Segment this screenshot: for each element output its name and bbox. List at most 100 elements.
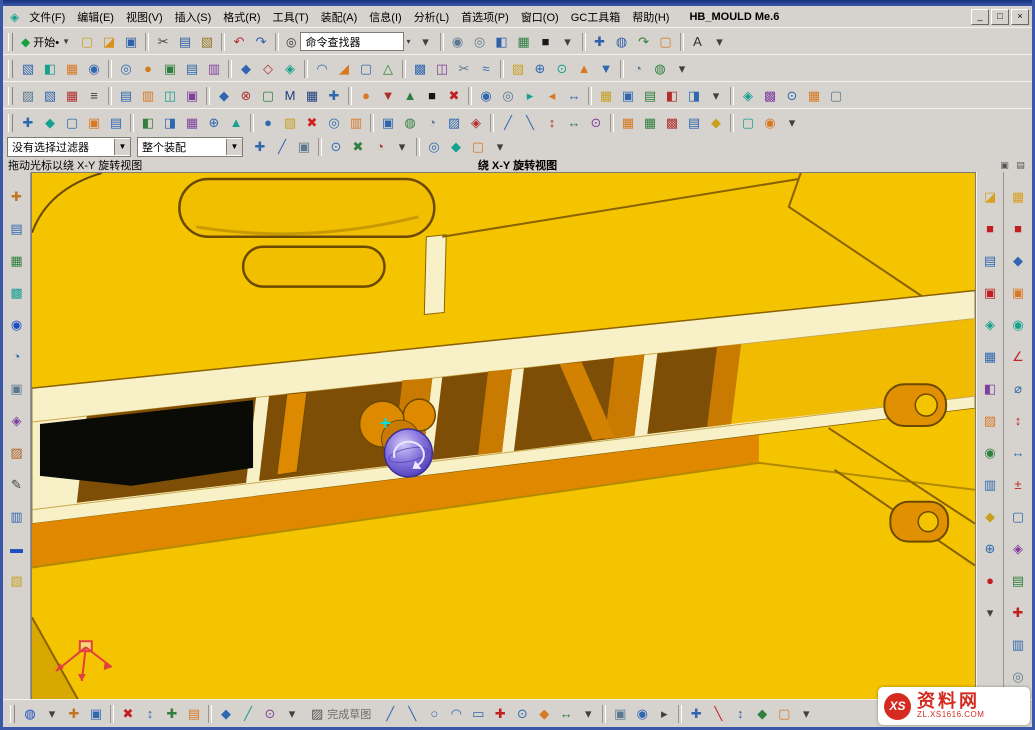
menu-gc-toolbox[interactable]: GC工具箱 <box>565 7 627 27</box>
menu-format[interactable]: 格式(R) <box>217 7 266 27</box>
pan-icon[interactable]: ✚ <box>590 32 610 52</box>
tool-icon[interactable]: ◆ <box>214 86 234 106</box>
close-button[interactable]: × <box>1011 9 1029 25</box>
roles-icon[interactable]: ✚ <box>6 186 27 207</box>
intersect-icon[interactable]: ◈ <box>280 59 300 79</box>
tool-icon[interactable]: ▦ <box>182 113 202 133</box>
part-navigator-icon[interactable]: ▩ <box>6 282 27 303</box>
tool-icon[interactable]: ▣ <box>980 282 1001 303</box>
tool-icon[interactable]: ▨ <box>508 59 528 79</box>
tool-icon[interactable]: ◧ <box>980 378 1001 399</box>
tool-icon[interactable]: ◈ <box>1008 538 1029 559</box>
tool-icon[interactable]: ╲ <box>708 704 728 724</box>
menu-help[interactable]: 帮助(H) <box>626 7 675 27</box>
sketch-icon[interactable]: ▧ <box>18 59 38 79</box>
restore-button[interactable]: □ <box>991 9 1009 25</box>
dimension-diameter-icon[interactable]: ⌀ <box>1008 378 1029 399</box>
tool-icon[interactable]: ◨ <box>684 86 704 106</box>
tool-icon[interactable]: ▦ <box>640 113 660 133</box>
circle-icon[interactable]: ○ <box>424 704 444 724</box>
tool-icon[interactable]: ╲ <box>520 113 540 133</box>
open-icon[interactable]: ◪ <box>99 32 119 52</box>
delete-icon[interactable]: ✖ <box>302 113 322 133</box>
sew-icon[interactable]: ≈ <box>476 59 496 79</box>
center-point-icon[interactable]: ⊙ <box>326 137 346 157</box>
menu-window[interactable]: 窗口(O) <box>515 7 565 27</box>
tool-icon[interactable]: ✚ <box>18 113 38 133</box>
tool-icon[interactable]: ▤ <box>1008 570 1029 591</box>
menu-preferences[interactable]: 首选项(P) <box>455 7 515 27</box>
dropdown-arrow-icon[interactable]: ▾ <box>282 704 302 724</box>
tool-icon[interactable]: ↕ <box>542 113 562 133</box>
tool-icon[interactable]: ▲ <box>574 59 594 79</box>
tool-icon[interactable]: ▢ <box>738 113 758 133</box>
tool-icon[interactable]: ✖ <box>118 704 138 724</box>
tool-icon[interactable]: ⊙ <box>552 59 572 79</box>
paste-icon[interactable]: ▧ <box>197 32 217 52</box>
tool-icon[interactable]: ▤ <box>640 86 660 106</box>
panel-toggle-icon[interactable]: ▤ <box>1014 159 1027 171</box>
zoom-icon[interactable]: ◍ <box>612 32 632 52</box>
start-button[interactable]: ◆ 开始• ▼ <box>17 33 74 51</box>
dropdown-arrow-icon[interactable]: ▾ <box>710 32 730 52</box>
new-file-icon[interactable]: ▢ <box>77 32 97 52</box>
tool-icon[interactable]: ◔ <box>422 113 442 133</box>
minimize-button[interactable]: _ <box>971 9 989 25</box>
tool-icon[interactable]: ◉ <box>760 113 780 133</box>
tool-icon[interactable]: ▧ <box>280 113 300 133</box>
menu-edit[interactable]: 编辑(E) <box>71 7 120 27</box>
tool-icon[interactable]: ◉ <box>980 442 1001 463</box>
tool-icon[interactable]: ◔ <box>628 59 648 79</box>
tool-icon[interactable]: ▦ <box>302 86 322 106</box>
tool-icon[interactable]: ▢ <box>826 86 846 106</box>
blend-icon[interactable]: ◠ <box>312 59 332 79</box>
tool-icon[interactable]: ╱ <box>238 704 258 724</box>
menu-analysis[interactable]: 分析(L) <box>408 7 455 27</box>
tool-icon[interactable]: ◍ <box>650 59 670 79</box>
tool-icon[interactable]: ◆ <box>706 113 726 133</box>
tool-icon[interactable]: ↔ <box>556 704 576 724</box>
tool-icon[interactable]: ◆ <box>216 704 236 724</box>
pattern-icon[interactable]: ▩ <box>410 59 430 79</box>
tool-icon[interactable]: ▣ <box>182 86 202 106</box>
dropdown-arrow-icon[interactable]: ▾ <box>980 602 1001 623</box>
tool-icon[interactable]: ◆ <box>446 137 466 157</box>
chevron-down-icon[interactable]: ▼ <box>114 139 130 155</box>
menu-insert[interactable]: 插入(S) <box>169 7 218 27</box>
toolbar-handle[interactable] <box>8 87 13 105</box>
tool-icon[interactable]: ◨ <box>160 113 180 133</box>
unite-icon[interactable]: ◆ <box>236 59 256 79</box>
system-materials-icon[interactable]: ▣ <box>6 378 27 399</box>
tool-icon[interactable]: ▣ <box>86 704 106 724</box>
trim-icon[interactable]: ✂ <box>454 59 474 79</box>
tool-icon[interactable]: ▨ <box>980 410 1001 431</box>
internet-explorer-icon[interactable]: ◉ <box>6 314 27 335</box>
toolbar-handle[interactable] <box>10 705 15 723</box>
dimension-horizontal-icon[interactable]: ↔ <box>1008 442 1029 463</box>
tool-icon[interactable]: ◎ <box>498 86 518 106</box>
menu-assemblies[interactable]: 装配(A) <box>315 7 364 27</box>
dropdown-arrow-icon[interactable]: ▾ <box>490 137 510 157</box>
tool-icon[interactable]: ▥ <box>1008 634 1029 655</box>
chevron-down-icon[interactable]: ▼ <box>226 139 242 155</box>
tool-icon[interactable]: ▣ <box>618 86 638 106</box>
mirror-icon[interactable]: ◫ <box>432 59 452 79</box>
tool-icon[interactable]: ◉ <box>632 704 652 724</box>
toolbar-handle[interactable] <box>8 114 13 132</box>
hourglass-icon[interactable]: ■ <box>422 86 442 106</box>
tool-icon[interactable]: ◧ <box>662 86 682 106</box>
tool-icon[interactable]: ⊕ <box>530 59 550 79</box>
manufacturing-wizard-icon[interactable]: ▨ <box>6 442 27 463</box>
dropdown-arrow-icon[interactable]: ▾ <box>558 32 578 52</box>
tool-icon[interactable]: ● <box>258 113 278 133</box>
tool-icon[interactable]: ▤ <box>684 113 704 133</box>
tool-icon[interactable]: ▩ <box>760 86 780 106</box>
toolbar-handle[interactable] <box>8 33 13 51</box>
boss-icon[interactable]: ● <box>138 59 158 79</box>
tool-icon[interactable]: ▲ <box>226 113 246 133</box>
quadrant-icon[interactable]: ◔ <box>370 137 390 157</box>
orient-view-icon[interactable]: ◧ <box>492 32 512 52</box>
tool-icon[interactable]: ▢ <box>62 113 82 133</box>
tool-icon[interactable]: ✚ <box>64 704 84 724</box>
tool-icon[interactable]: ╱ <box>498 113 518 133</box>
